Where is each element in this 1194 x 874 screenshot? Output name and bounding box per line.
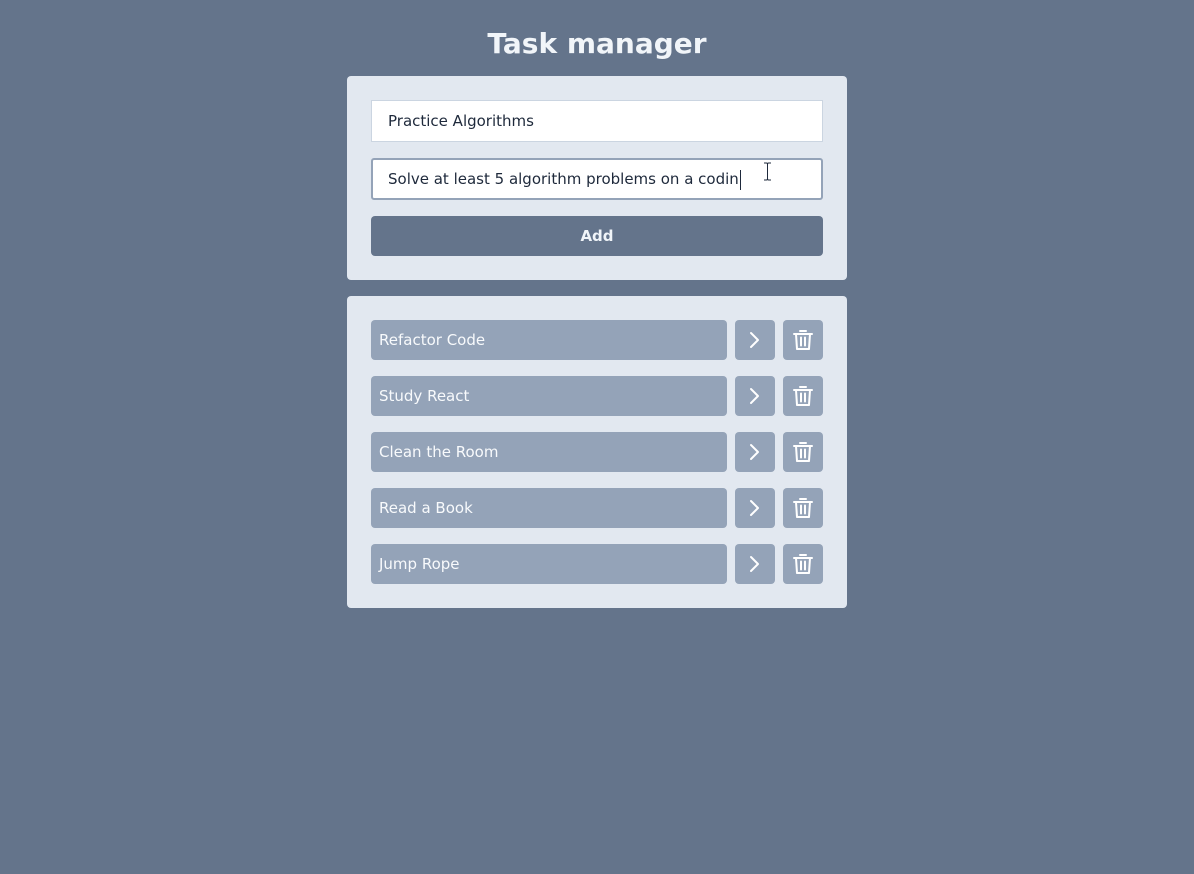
text-caret (739, 169, 741, 190)
task-row: Study React (371, 376, 823, 416)
chevron-right-icon (750, 332, 759, 348)
trash-icon (793, 386, 813, 406)
task-row: Read a Book (371, 488, 823, 528)
task-description-input[interactable]: Solve at least 5 algorithm problems on a… (371, 158, 823, 200)
task-item[interactable]: Study React (371, 376, 727, 416)
delete-task-button[interactable] (783, 376, 823, 416)
task-item[interactable]: Jump Rope (371, 544, 727, 584)
trash-icon (793, 554, 813, 574)
task-description-value: Solve at least 5 algorithm problems on a… (388, 170, 739, 188)
open-task-button[interactable] (735, 432, 775, 472)
open-task-button[interactable] (735, 320, 775, 360)
task-item[interactable]: Clean the Room (371, 432, 727, 472)
delete-task-button[interactable] (783, 320, 823, 360)
task-row: Jump Rope (371, 544, 823, 584)
page-title: Task manager (487, 27, 707, 60)
chevron-right-icon (750, 444, 759, 460)
delete-task-button[interactable] (783, 544, 823, 584)
task-item[interactable]: Refactor Code (371, 320, 727, 360)
task-list: Refactor Code Study React Clean the Room… (347, 296, 847, 608)
task-row: Refactor Code (371, 320, 823, 360)
add-button[interactable]: Add (371, 216, 823, 256)
text-cursor-icon (764, 162, 771, 181)
trash-icon (793, 330, 813, 350)
trash-icon (793, 442, 813, 462)
chevron-right-icon (750, 556, 759, 572)
open-task-button[interactable] (735, 544, 775, 584)
chevron-right-icon (750, 388, 759, 404)
open-task-button[interactable] (735, 376, 775, 416)
delete-task-button[interactable] (783, 488, 823, 528)
task-title-input[interactable]: Practice Algorithms (371, 100, 823, 142)
trash-icon (793, 498, 813, 518)
chevron-right-icon (750, 500, 759, 516)
task-item[interactable]: Read a Book (371, 488, 727, 528)
task-title-value: Practice Algorithms (388, 112, 534, 130)
open-task-button[interactable] (735, 488, 775, 528)
delete-task-button[interactable] (783, 432, 823, 472)
task-row: Clean the Room (371, 432, 823, 472)
